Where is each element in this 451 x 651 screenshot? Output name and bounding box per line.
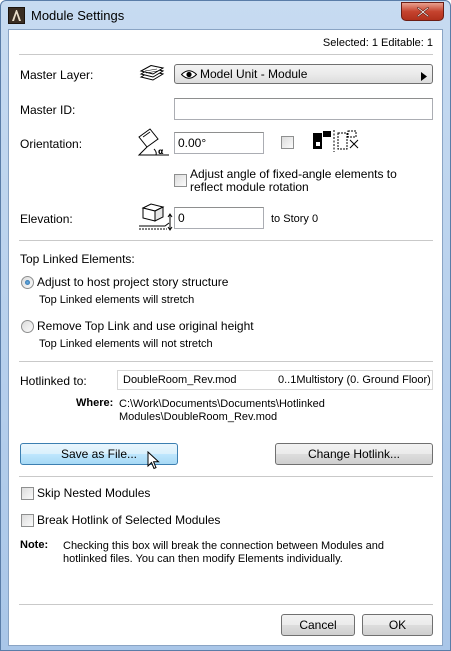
- selection-status: Selected: 1 Editable: 1: [322, 37, 433, 49]
- adjust-story-note: Top Linked elements will stretch: [39, 294, 195, 306]
- title-bar[interactable]: Module Settings: [1, 1, 450, 29]
- elevation-icon: [137, 202, 175, 235]
- remove-top-link-label[interactable]: Remove Top Link and use original height: [37, 319, 254, 333]
- window-title: Module Settings: [31, 8, 125, 23]
- elevation-label: Elevation:: [20, 212, 73, 226]
- divider: [19, 361, 433, 362]
- skip-nested-checkbox[interactable]: [21, 487, 34, 500]
- note-label: Note:: [20, 539, 49, 551]
- hotlink-path-line2: Modules\DoubleRoom_Rev.mod: [119, 411, 278, 423]
- orientation-angle-icon: α: [136, 127, 172, 162]
- elevation-reference: to Story 0: [271, 213, 319, 225]
- hotlink-path-line1: C:\Work\Documents\Documents\Hotlinked: [119, 398, 325, 410]
- cancel-button[interactable]: Cancel: [281, 614, 355, 636]
- change-hotlink-button[interactable]: Change Hotlink...: [275, 443, 433, 465]
- close-button[interactable]: [401, 2, 444, 21]
- mirror-checkbox[interactable]: [281, 136, 294, 149]
- dialog-client-area: Selected: 1 Editable: 1 Master Layer: Mo…: [8, 29, 443, 646]
- master-id-input[interactable]: [174, 98, 433, 120]
- note-text-line1: Checking this box will break the connect…: [63, 540, 385, 552]
- mirror-icon: [311, 130, 361, 155]
- triangle-right-icon: [421, 70, 427, 84]
- divider: [19, 54, 433, 55]
- remove-top-link-radio[interactable]: [21, 320, 34, 333]
- divider: [19, 240, 433, 241]
- hotlinked-to-label: Hotlinked to:: [20, 374, 87, 388]
- svg-text:α: α: [158, 147, 164, 156]
- master-layer-value: Model Unit - Module: [200, 67, 308, 81]
- master-layer-dropdown[interactable]: Model Unit - Module: [174, 64, 433, 84]
- adjust-story-radio[interactable]: [21, 276, 34, 289]
- mouse-cursor-icon: [147, 450, 161, 474]
- hotlink-source-field: DoubleRoom_Rev.mod 0..1Multistory (0. Gr…: [117, 370, 433, 390]
- adjust-story-label[interactable]: Adjust to host project story structure: [37, 275, 228, 289]
- where-label: Where:: [76, 397, 114, 409]
- top-linked-heading: Top Linked Elements:: [20, 252, 135, 266]
- close-icon: [417, 7, 429, 17]
- note-text-line2: hotlinked files. You can then modify Ele…: [63, 553, 343, 565]
- hotlink-file-name: DoubleRoom_Rev.mod: [123, 374, 237, 386]
- hotlink-story: 0..1Multistory (0. Ground Floor): [278, 374, 431, 386]
- divider: [19, 604, 433, 605]
- adjust-angle-label: Adjust angle of fixed-angle elements to …: [190, 167, 397, 194]
- master-layer-label: Master Layer:: [20, 68, 94, 82]
- eye-icon: [180, 69, 198, 83]
- orientation-label: Orientation:: [20, 137, 83, 151]
- layer-stack-icon: [139, 64, 165, 86]
- remove-top-link-note: Top Linked elements will not stretch: [39, 338, 213, 350]
- module-settings-window: Module Settings Selected: 1 Editable: 1 …: [0, 0, 451, 651]
- break-hotlink-label[interactable]: Break Hotlink of Selected Modules: [37, 513, 220, 527]
- skip-nested-label[interactable]: Skip Nested Modules: [37, 486, 150, 500]
- ok-button[interactable]: OK: [362, 614, 433, 636]
- archicad-app-icon: [8, 7, 25, 24]
- elevation-input[interactable]: 0: [174, 207, 264, 229]
- adjust-angle-checkbox[interactable]: [174, 174, 187, 187]
- divider: [19, 476, 433, 477]
- orientation-input[interactable]: 0.00°: [174, 132, 264, 154]
- master-id-label: Master ID:: [20, 103, 76, 117]
- break-hotlink-checkbox[interactable]: [21, 514, 34, 527]
